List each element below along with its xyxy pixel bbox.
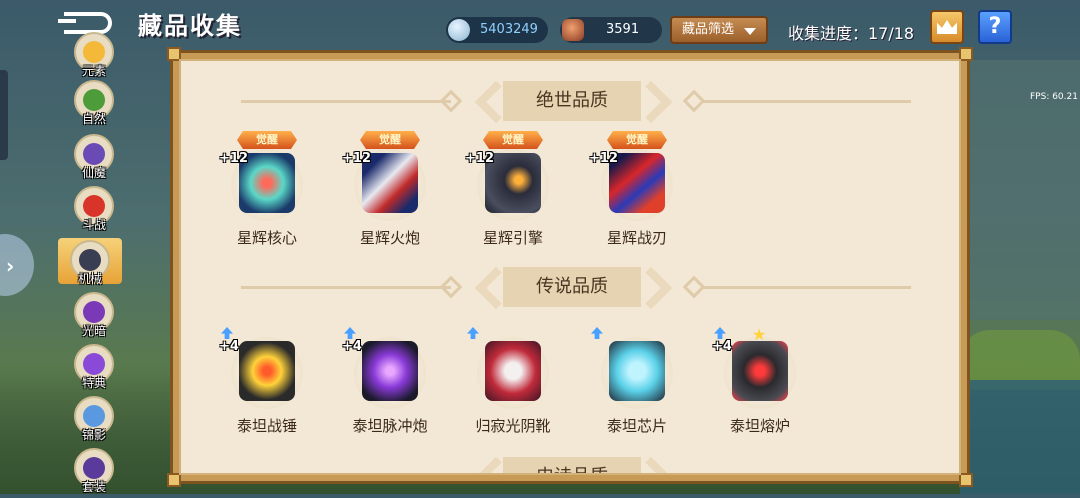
section-title: 传说品质 (503, 267, 641, 307)
collection-item[interactable]: 泰坦芯片 (577, 311, 697, 441)
upgrade-arrow-icon (591, 327, 603, 339)
collection-item[interactable]: ★ +4 泰坦熔炉 (700, 311, 820, 441)
titan-hammer-icon (239, 341, 295, 401)
collection-item[interactable]: 觉醒 +12 星辉引擎 (453, 123, 573, 253)
fps-counter: FPS: 60.21 (1030, 92, 1078, 102)
item-name: 归寂光阴靴 (475, 417, 551, 435)
item-level: +12 (589, 151, 618, 166)
divider (701, 100, 911, 103)
awakened-badge: 觉醒 (483, 131, 543, 149)
sidebar-item-mechanical[interactable]: 机械 (58, 238, 122, 290)
titan-pulse-cannon-icon (362, 341, 418, 401)
sidebar-item-battle[interactable]: 斗战 (68, 186, 120, 236)
sidebar-item-label: 光暗 (81, 324, 106, 338)
gem-value: 5403249 (480, 22, 538, 37)
section-header-epic: 史诗品质 (181, 456, 959, 473)
sidebar-item-label: 仙魔 (81, 166, 106, 180)
sidebar-item-label: 特典 (81, 376, 106, 390)
divider (701, 286, 911, 289)
divider (241, 286, 451, 289)
section-header-peerless: 绝世品质 (181, 80, 959, 124)
item-name: 星辉引擎 (482, 229, 543, 247)
sidebar-item-label: 自然 (81, 112, 106, 126)
diamond-ornament (439, 275, 463, 299)
item-level: +4 (219, 339, 239, 354)
back-arrow-icon (58, 12, 112, 34)
silent-time-boots-icon (485, 341, 541, 401)
item-name: 泰坦熔炉 (729, 417, 790, 435)
page-title: 藏品收集 (138, 12, 242, 40)
sidebar-item-element[interactable]: 元素 (68, 32, 120, 82)
item-level: +12 (342, 151, 371, 166)
item-name: 泰坦脉冲炮 (352, 417, 428, 435)
item-name: 星辉火炮 (359, 229, 420, 247)
help-button[interactable]: ? (978, 10, 1012, 44)
awakened-badge: 觉醒 (237, 131, 297, 149)
upgrade-arrow-icon (467, 327, 479, 339)
collection-item[interactable]: 归寂光阴靴 (453, 311, 573, 441)
sidebar-item-brocade[interactable]: 锦影 (68, 396, 120, 446)
item-level: +12 (465, 151, 494, 166)
upgrade-arrow-icon (221, 327, 233, 339)
star-icon: ★ (752, 325, 767, 344)
dropdown-arrow-icon (744, 28, 756, 35)
awakened-badge: 觉醒 (607, 131, 667, 149)
sidebar-item-label: 元素 (81, 64, 106, 78)
upgrade-arrow-icon (344, 327, 356, 339)
panel-corner (959, 47, 973, 61)
item-name: 星辉战刃 (606, 229, 667, 247)
gem-counter: 5403249 (446, 17, 548, 43)
collection-item[interactable]: 觉醒 +12 星辉核心 (207, 123, 327, 253)
side-handle[interactable] (0, 70, 8, 160)
rewards-button[interactable] (930, 10, 964, 44)
collection-panel: 绝世品质 觉醒 +12 星辉核心 觉醒 +12 星辉火炮 觉醒 +12 星辉引擎 (167, 47, 973, 487)
sidebar-item-immortal-demon[interactable]: 仙魔 (68, 134, 120, 184)
sidebar-item-label: 机械 (77, 272, 102, 286)
sidebar-item-light-dark[interactable]: 光暗 (68, 292, 120, 342)
upgrade-arrow-icon (714, 327, 726, 339)
item-name: 泰坦战锤 (236, 417, 297, 435)
panel-corner (959, 473, 973, 487)
sidebar-item-label: 锦影 (81, 428, 106, 442)
collection-progress: 收集进度：17/18 (788, 24, 915, 43)
crown-icon (937, 20, 957, 34)
sidebar-item-label: 斗战 (81, 218, 106, 232)
collection-item[interactable]: 觉醒 +12 星辉战刃 (577, 123, 697, 253)
sidebar-item-special[interactable]: 特典 (68, 344, 120, 394)
ore-icon (562, 19, 584, 41)
diamond-ornament (439, 89, 463, 113)
item-level: +12 (219, 151, 248, 166)
ore-value: 3591 (606, 22, 640, 37)
titan-chip-icon (609, 341, 665, 401)
section-header-legendary: 传说品质 (181, 266, 959, 310)
collection-item[interactable]: 觉醒 +12 星辉火炮 (330, 123, 450, 253)
collection-item[interactable]: +4 泰坦脉冲炮 (330, 311, 450, 441)
item-name: 泰坦芯片 (606, 417, 667, 435)
sidebar-item-set[interactable]: 套装 (68, 448, 120, 498)
section-title: 绝世品质 (503, 81, 641, 121)
collection-filter-button[interactable]: 藏品筛选 (670, 16, 768, 44)
panel-corner (167, 473, 181, 487)
item-level: +4 (342, 339, 362, 354)
ore-counter: 3591 (560, 17, 662, 43)
chevron-right-icon: › (6, 254, 15, 278)
item-name: 星辉核心 (236, 229, 297, 247)
section-title: 史诗品质 (503, 457, 641, 473)
collection-scroll-area[interactable]: 绝世品质 觉醒 +12 星辉核心 觉醒 +12 星辉火炮 觉醒 +12 星辉引擎 (179, 59, 961, 475)
item-level: +4 (712, 339, 732, 354)
expand-sidebar-button[interactable]: › (0, 234, 34, 296)
filter-label: 藏品筛选 (682, 22, 735, 37)
sidebar-item-label: 套装 (81, 480, 106, 494)
titan-furnace-icon (732, 341, 788, 401)
awakened-badge: 觉醒 (360, 131, 420, 149)
gem-icon (448, 19, 470, 41)
collection-item[interactable]: +4 泰坦战锤 (207, 311, 327, 441)
divider (241, 100, 451, 103)
background-water (960, 380, 1080, 494)
sidebar-item-nature[interactable]: 自然 (68, 80, 120, 130)
